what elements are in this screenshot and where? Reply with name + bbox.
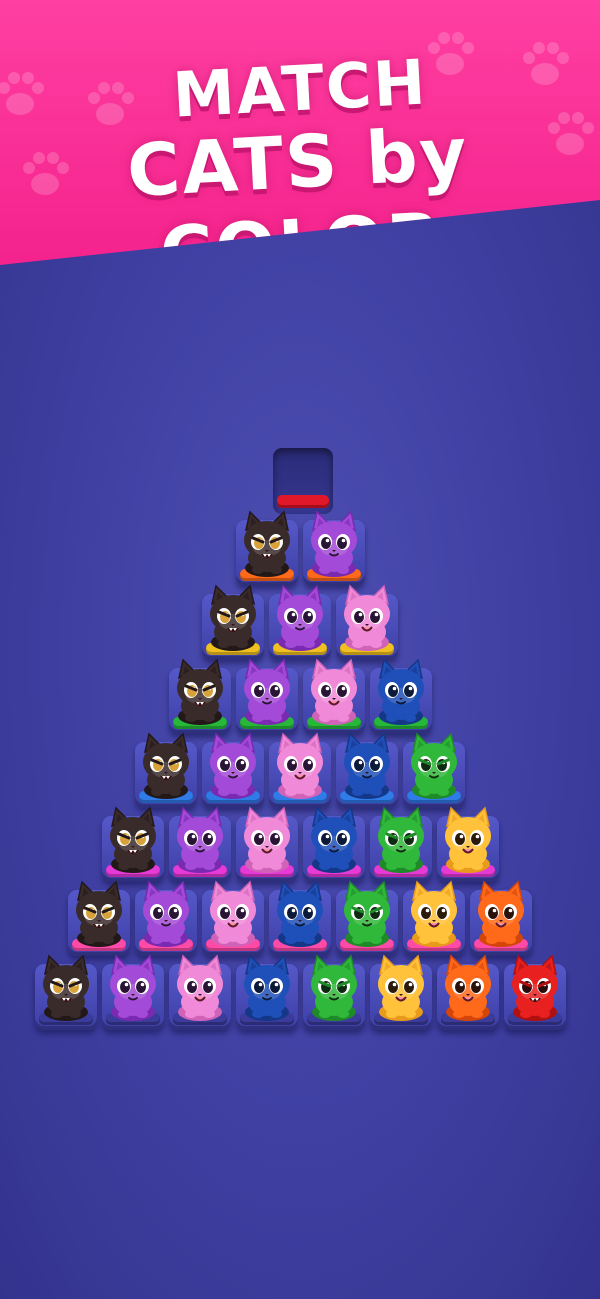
green-cat-icon (336, 878, 398, 948)
cat-tile-purple[interactable] (135, 880, 197, 956)
cat-tile-yellow[interactable] (369, 954, 432, 1030)
red-cat-icon (504, 952, 566, 1022)
black-cat-icon (169, 656, 231, 726)
pink-cat-icon (169, 952, 231, 1022)
cat-tile-black[interactable] (101, 806, 164, 882)
cat-tile-blue[interactable] (336, 732, 398, 808)
black-cat-icon (135, 730, 197, 800)
black-cat-icon (236, 508, 298, 578)
black-cat-icon (35, 952, 97, 1022)
orange-cat-icon (470, 878, 532, 948)
cat-tile-black[interactable] (202, 584, 264, 660)
cat-pyramid-board (0, 0, 600, 1299)
cat-tile-yellow[interactable] (403, 880, 465, 956)
yellow-cat-icon (370, 952, 432, 1022)
cat-tile-yellow[interactable] (436, 806, 499, 882)
green-cat-icon (403, 730, 465, 800)
orange-cat-icon (437, 952, 499, 1022)
cat-tile-purple[interactable] (302, 510, 365, 586)
cat-tile-purple[interactable] (235, 658, 298, 734)
cat-tile-black[interactable] (235, 510, 298, 586)
cat-tile-purple[interactable] (269, 584, 331, 660)
cat-tile-purple[interactable] (202, 732, 264, 808)
cat-tile-blue[interactable] (302, 806, 365, 882)
cat-tile-black[interactable] (135, 732, 197, 808)
pink-cat-icon (236, 804, 298, 874)
blue-cat-icon (236, 952, 298, 1022)
purple-cat-icon (303, 508, 365, 578)
purple-cat-icon (102, 952, 164, 1022)
black-cat-icon (202, 582, 264, 652)
yellow-cat-icon (437, 804, 499, 874)
cat-tile-green[interactable] (336, 880, 398, 956)
cat-tile-orange[interactable] (470, 880, 532, 956)
purple-cat-icon (169, 804, 231, 874)
black-cat-icon (102, 804, 164, 874)
black-cat-icon (68, 878, 130, 948)
green-cat-icon (370, 804, 432, 874)
blue-cat-icon (336, 730, 398, 800)
cat-tile-black[interactable] (68, 880, 130, 956)
blue-cat-icon (269, 878, 331, 948)
cat-tile-green[interactable] (369, 806, 432, 882)
yellow-cat-icon (403, 878, 465, 948)
purple-cat-icon (202, 730, 264, 800)
cat-tile-pink[interactable] (269, 732, 331, 808)
cat-tile-pink[interactable] (336, 584, 398, 660)
pink-cat-icon (202, 878, 264, 948)
cat-tile-purple[interactable] (168, 806, 231, 882)
cat-tile-black[interactable] (34, 954, 97, 1030)
pink-cat-icon (269, 730, 331, 800)
cat-tile-pink[interactable] (168, 954, 231, 1030)
pink-cat-icon (336, 582, 398, 652)
cat-tile-green[interactable] (403, 732, 465, 808)
cat-tile-pink[interactable] (202, 880, 264, 956)
green-cat-icon (303, 952, 365, 1022)
cat-tile-green[interactable] (302, 954, 365, 1030)
cat-tile-blue[interactable] (269, 880, 331, 956)
cat-tile-blue[interactable] (369, 658, 432, 734)
cat-tile-red[interactable] (503, 954, 566, 1030)
purple-cat-icon (269, 582, 331, 652)
cat-tile-pink[interactable] (235, 806, 298, 882)
purple-cat-icon (236, 656, 298, 726)
cat-tile-orange[interactable] (436, 954, 499, 1030)
blue-cat-icon (303, 804, 365, 874)
blue-cat-icon (370, 656, 432, 726)
pink-cat-icon (303, 656, 365, 726)
cat-tile-black[interactable] (168, 658, 231, 734)
purple-cat-icon (135, 878, 197, 948)
cat-tile-blue[interactable] (235, 954, 298, 1030)
cat-tile-purple[interactable] (101, 954, 164, 1030)
cat-tile-pink[interactable] (302, 658, 365, 734)
